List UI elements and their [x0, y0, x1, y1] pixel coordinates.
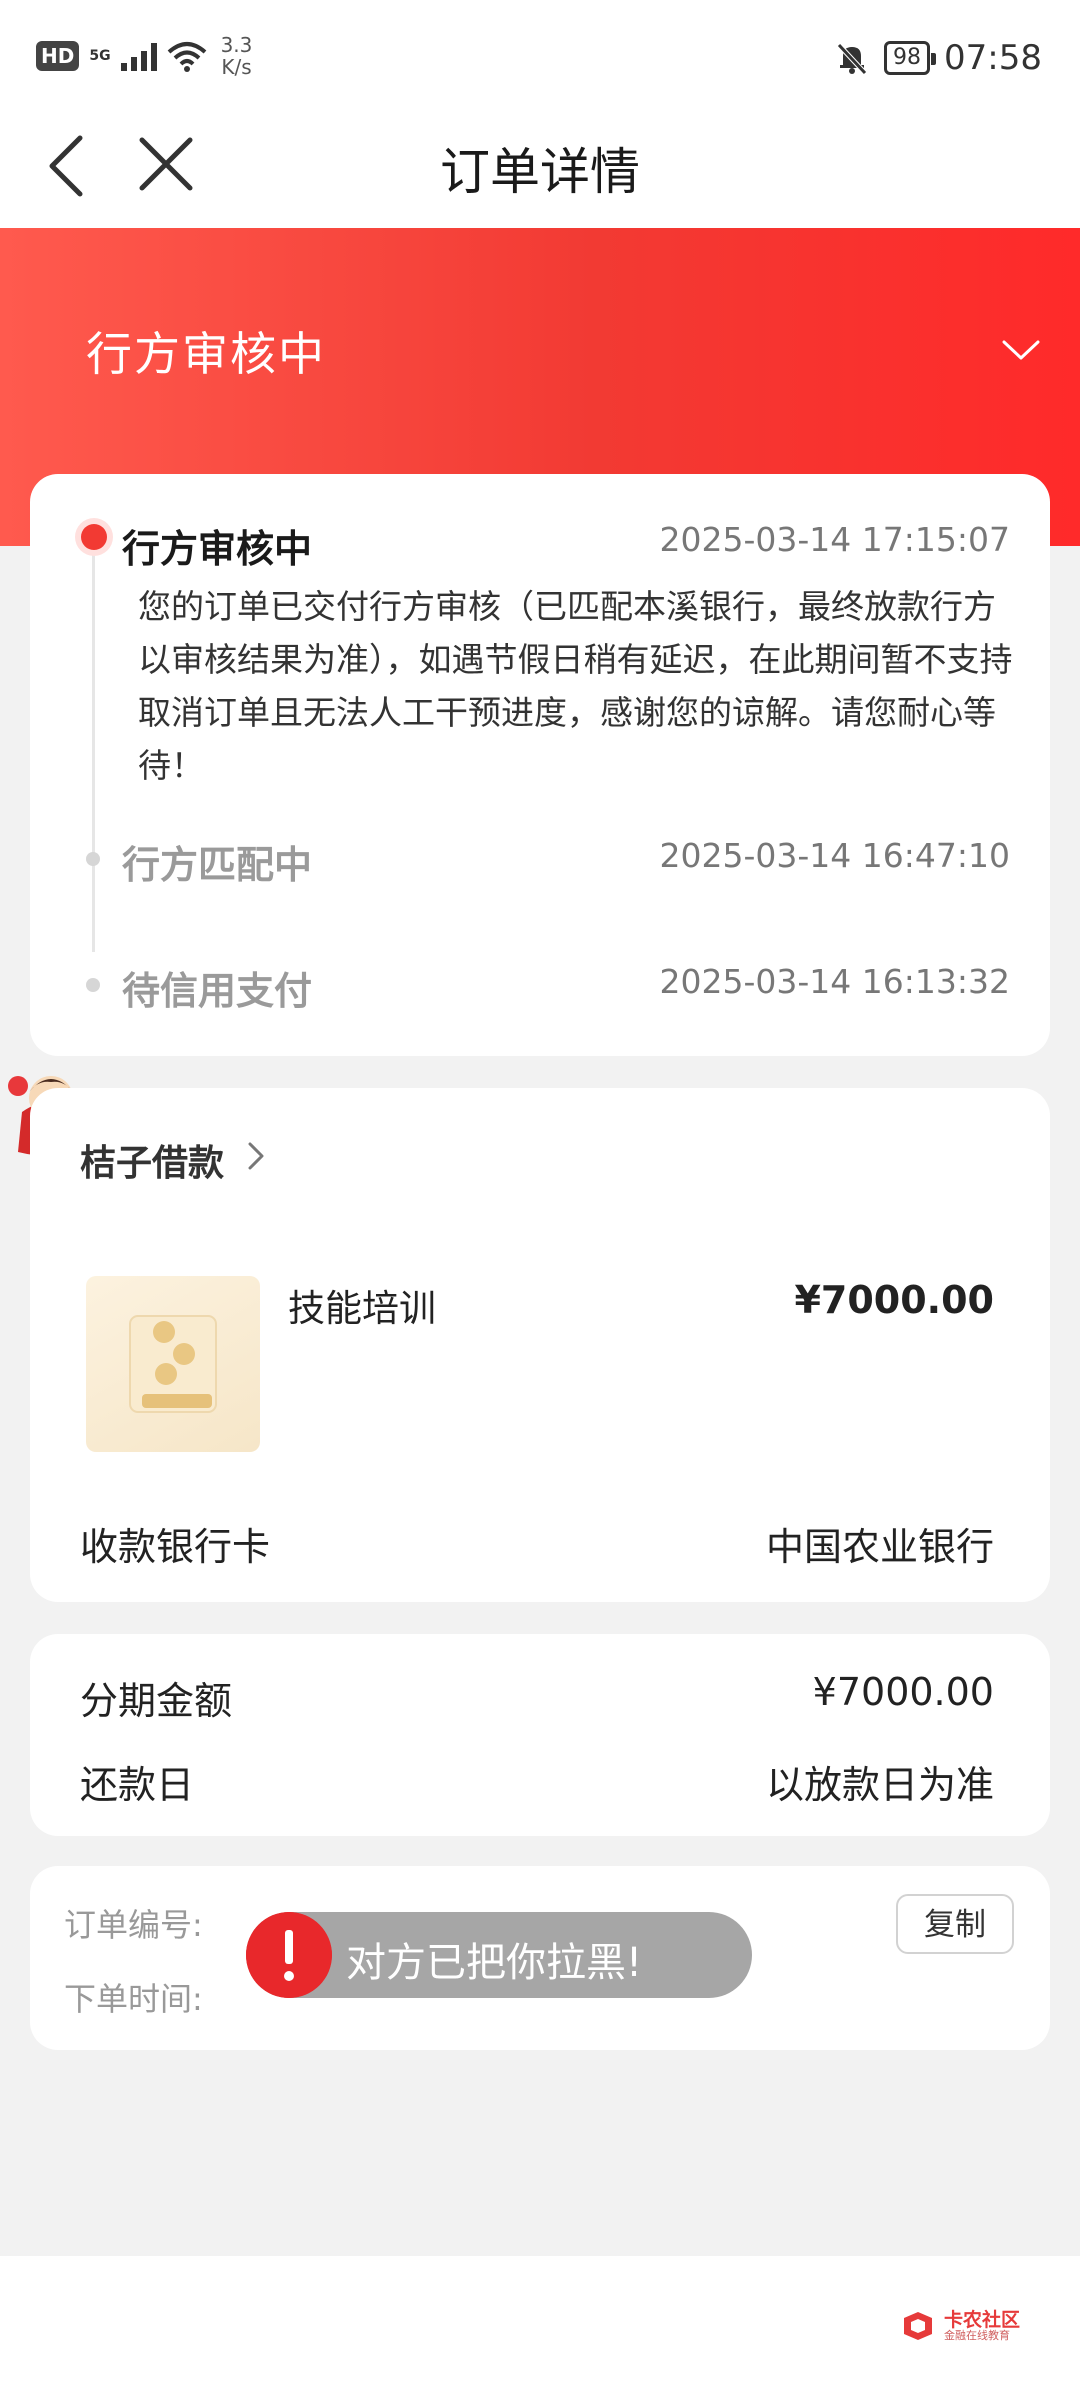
timeline-item-1-time: 2025-03-14 17:15:07 [659, 520, 1010, 559]
network-type: 5G [89, 48, 111, 64]
bank-card-label: 收款银行卡 [80, 1525, 271, 1569]
goods-card: 桔子借款 技能培训 ¥7000.00 收款银行卡 中国农业银行 [30, 1088, 1050, 1602]
repay-day-label: 还款日 [80, 1763, 195, 1807]
timeline-item-3-time: 2025-03-14 16:13:32 [659, 962, 1010, 1001]
page-title: 订单详情 [440, 143, 640, 201]
status-right: 98 07:58 [834, 38, 1042, 78]
mute-bell-icon [837, 43, 867, 75]
watermark-logo-icon [903, 2312, 932, 2340]
wifi-icon [167, 42, 206, 72]
timeline-line [92, 544, 95, 952]
chevron-right-icon[interactable] [242, 1138, 272, 1174]
status-bar: HD 5G 3.3 K/s 98 07:58 [0, 0, 1080, 118]
clock: 07:58 [944, 38, 1042, 78]
timeline-dot [86, 852, 100, 866]
signal-icon [120, 41, 157, 71]
chevron-down-icon[interactable] [996, 326, 1046, 376]
order-time-label: 下单时间: [64, 1980, 203, 2018]
speed-unit: K/s [221, 55, 252, 79]
nav-bar: 订单详情 [0, 118, 1080, 228]
installment-amount-label: 分期金额 [80, 1679, 233, 1723]
bottom-area: 卡农社区 金融在线教育 [0, 2256, 1080, 2400]
timeline-item-3-title: 待信用支付 [122, 969, 313, 1013]
product-price: ¥7000.00 [794, 1278, 994, 1322]
timeline-dot [86, 978, 100, 992]
timeline-item-2-title: 行方匹配中 [122, 843, 313, 887]
product-name: 技能培训 [288, 1287, 436, 1330]
banner-status: 行方审核中 [86, 327, 326, 381]
product-image [86, 1276, 260, 1452]
toast: 对方已把你拉黑! [246, 1912, 752, 1998]
watermark-main: 卡农社区 [943, 2309, 1020, 2331]
hd-badge: HD [36, 41, 80, 71]
battery-icon: 98 [884, 41, 937, 75]
bank-card-value: 中国农业银行 [765, 1525, 994, 1569]
toast-message: 对方已把你拉黑! [346, 1940, 643, 1986]
network-speed: 3.3 K/s [221, 34, 253, 78]
order-number-label: 订单编号: [64, 1906, 203, 1944]
speed-value: 3.3 [220, 33, 253, 57]
watermark-sub: 金融在线教育 [943, 2329, 1010, 2342]
coin-box-icon [129, 1315, 217, 1413]
timeline-card: 行方审核中 2025-03-14 17:15:07 您的订单已交付行方审核（已匹… [30, 474, 1050, 1056]
timeline-dot-active [81, 524, 107, 550]
timeline-item-1-title: 行方审核中 [122, 527, 313, 571]
timeline-item-1-desc: 您的订单已交付行方审核（已匹配本溪银行，最终放款行方以审核结果为准），如遇节假日… [138, 587, 1013, 785]
copy-button[interactable]: 复制 [896, 1894, 1014, 1954]
watermark: 卡农社区 金融在线教育 [900, 2308, 1020, 2344]
shop-name[interactable]: 桔子借款 [80, 1134, 224, 1186]
installment-amount-value: ¥7000.00 [812, 1670, 994, 1714]
repay-day-value: 以放款日为准 [765, 1763, 994, 1807]
status-left: HD 5G 3.3 K/s [36, 34, 252, 78]
timeline-item-2-time: 2025-03-14 16:47:10 [659, 836, 1010, 875]
installment-card: 分期金额 ¥7000.00 还款日 以放款日为准 [30, 1634, 1050, 1836]
alert-icon [246, 1912, 332, 1998]
